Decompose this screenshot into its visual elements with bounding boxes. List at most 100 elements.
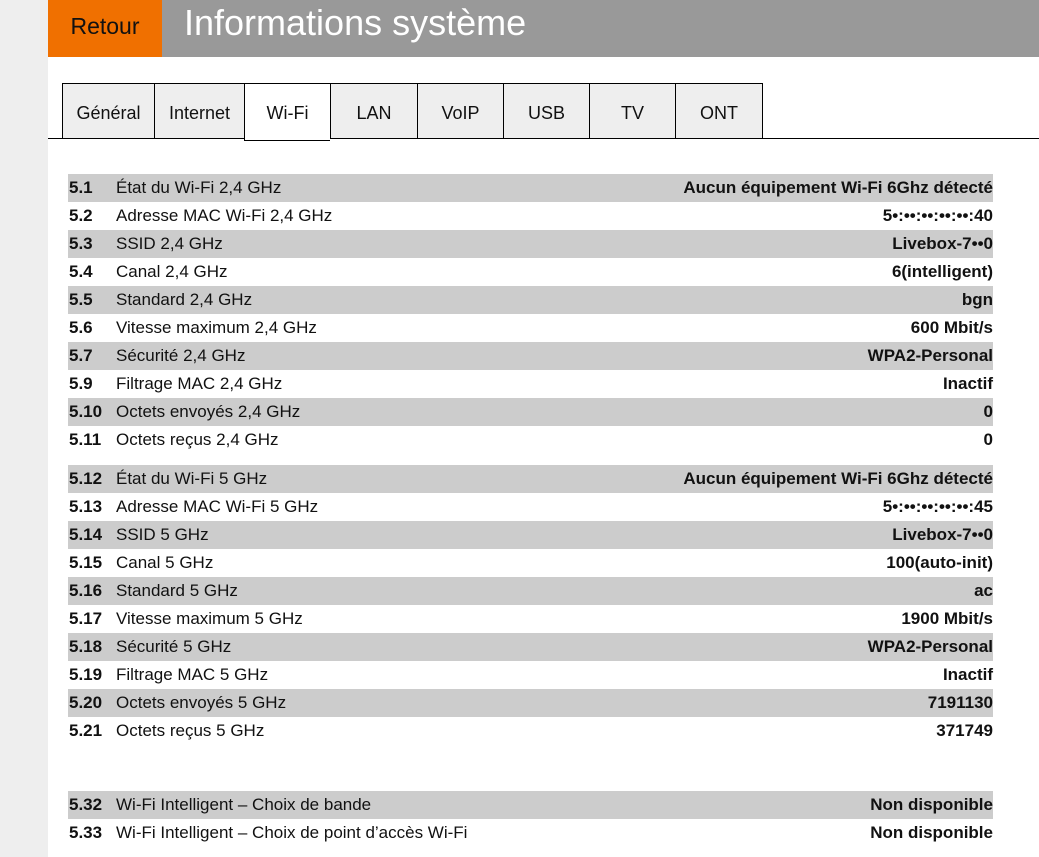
tab-voip[interactable]: VoIP [417, 83, 503, 139]
row-label: Vitesse maximum 5 GHz [116, 609, 303, 628]
row-number: 5.6 [69, 318, 93, 337]
page-title: Informations système [184, 2, 527, 43]
row-number: 5.16 [69, 581, 103, 600]
info-row: 5.2 Adresse MAC Wi-Fi 2,4 GHz 5•:••:••:••:… [68, 202, 993, 230]
row-number: 5.19 [69, 665, 103, 684]
tab-ont[interactable]: ONT [675, 83, 763, 139]
row-number: 5.10 [69, 402, 103, 421]
row-value: Inactif [942, 374, 993, 393]
info-row: 5.12 État du Wi-Fi 5 GHz Aucun équipement … [68, 465, 993, 493]
row-number: 5.21 [69, 721, 103, 740]
row-label: Filtrage MAC 5 GHz [116, 665, 269, 684]
info-row: 5.3 SSID 2,4 GHz Livebox-7••0 [68, 230, 993, 258]
row-label: Octets envoyés 5 GHz [116, 693, 287, 712]
tab-g-n-ral[interactable]: Général [62, 83, 154, 139]
row-label: Octets reçus 5 GHz [116, 721, 265, 740]
info-row: 5.17 Vitesse maximum 5 GHz 1900 Mbit/s [68, 605, 993, 633]
back-button[interactable]: Retour [48, 0, 162, 57]
row-value: 6(intelligent) [891, 262, 993, 281]
row-label: Filtrage MAC 2,4 GHz [116, 374, 283, 393]
row-label: Sécurité 2,4 GHz [116, 346, 246, 365]
info-row: 5.33 Wi-Fi Intelligent – Choix de point d… [68, 819, 993, 847]
row-label: Sécurité 5 GHz [116, 637, 232, 656]
info-group: 5.32 Wi-Fi Intelligent – Choix de bande No… [68, 791, 993, 847]
info-row: 5.11 Octets reçus 2,4 GHz 0 [68, 426, 993, 454]
row-label: Wi-Fi Intelligent – Choix de point d’acc… [116, 823, 468, 842]
info-row: 5.21 Octets reçus 5 GHz 371749 [68, 717, 993, 745]
info-row: 5.18 Sécurité 5 GHz WPA2-Personal [68, 633, 993, 661]
row-value: Livebox-7••0 [892, 525, 993, 544]
row-number: 5.11 [69, 430, 102, 449]
row-number: 5.4 [69, 262, 93, 281]
info-row: 5.5 Standard 2,4 GHz bgn [68, 286, 993, 314]
info-row: 5.14 SSID 5 GHz Livebox-7••0 [68, 521, 993, 549]
left-margin [0, 0, 48, 857]
tab-usb[interactable]: USB [503, 83, 589, 139]
row-label: Standard 5 GHz [116, 581, 238, 600]
row-number: 5.12 [69, 469, 103, 488]
row-value: WPA2-Personal [867, 637, 993, 656]
info-row: 5.4 Canal 2,4 GHz 6(intelligent) [68, 258, 993, 286]
info-row: 5.19 Filtrage MAC 5 GHz Inactif [68, 661, 993, 689]
tab-tv[interactable]: TV [589, 83, 675, 139]
row-value: Inactif [942, 665, 993, 684]
info-group: 5.12 État du Wi-Fi 5 GHz Aucun équipement … [68, 465, 993, 745]
row-number: 5.32 [69, 795, 103, 814]
info-row: 5.32 Wi-Fi Intelligent – Choix de bande No… [68, 791, 993, 819]
row-value: 0 [983, 430, 993, 449]
row-label: Octets envoyés 2,4 GHz [116, 402, 301, 421]
row-number: 5.15 [69, 553, 103, 572]
info-row: 5.6 Vitesse maximum 2,4 GHz 600 Mbit/s [68, 314, 993, 342]
row-value: Aucun équipement Wi-Fi 6Ghz détecté [683, 178, 993, 197]
info-row: 5.1 État du Wi-Fi 2,4 GHz Aucun équipement… [68, 174, 993, 202]
row-label: SSID 5 GHz [116, 525, 209, 544]
row-value: ac [974, 581, 993, 600]
row-value: 600 Mbit/s [910, 318, 993, 337]
info-row: 5.9 Filtrage MAC 2,4 GHz Inactif [68, 370, 993, 398]
row-number: 5.5 [69, 290, 93, 309]
row-label: Wi-Fi Intelligent – Choix de bande [116, 795, 372, 814]
row-value: 5•:••:••:••:••:45 [882, 497, 993, 516]
row-label: SSID 2,4 GHz [116, 234, 223, 253]
row-number: 5.13 [69, 497, 103, 516]
row-number: 5.18 [69, 637, 103, 656]
row-value: WPA2-Personal [867, 346, 993, 365]
row-label: État du Wi-Fi 5 GHz [116, 469, 268, 488]
row-number: 5.17 [69, 609, 103, 628]
row-label: Canal 2,4 GHz [116, 262, 228, 281]
row-label: Adresse MAC Wi-Fi 2,4 GHz [116, 206, 333, 225]
row-value: Livebox-7••0 [892, 234, 993, 253]
row-number: 5.2 [69, 206, 93, 225]
tab-wi-fi[interactable]: Wi-Fi [244, 83, 330, 141]
row-label: Octets reçus 2,4 GHz [116, 430, 279, 449]
tab-lan[interactable]: LAN [330, 83, 417, 139]
row-value: 1900 Mbit/s [901, 609, 993, 628]
row-number: 5.9 [69, 374, 93, 393]
row-number: 5.20 [69, 693, 103, 712]
info-row: 5.13 Adresse MAC Wi-Fi 5 GHz 5•:••:••:••:•… [68, 493, 993, 521]
row-label: Canal 5 GHz [116, 553, 214, 572]
row-number: 5.3 [69, 234, 93, 253]
row-value: 0 [983, 402, 993, 421]
row-label: État du Wi-Fi 2,4 GHz [116, 178, 282, 197]
row-value: 371749 [936, 721, 993, 740]
info-row: 5.7 Sécurité 2,4 GHz WPA2-Personal [68, 342, 993, 370]
row-value: 7191130 [927, 693, 993, 712]
tab-internet[interactable]: Internet [154, 83, 244, 139]
row-label: Vitesse maximum 2,4 GHz [116, 318, 317, 337]
row-number: 5.33 [69, 823, 103, 842]
row-label: Standard 2,4 GHz [116, 290, 253, 309]
row-value: Non disponible [870, 795, 993, 814]
row-number: 5.14 [69, 525, 103, 544]
row-label: Adresse MAC Wi-Fi 5 GHz [116, 497, 319, 516]
row-value: Non disponible [870, 823, 993, 842]
info-group: 5.1 État du Wi-Fi 2,4 GHz Aucun équipement… [68, 174, 993, 454]
info-row: 5.10 Octets envoyés 2,4 GHz 0 [68, 398, 993, 426]
row-value: Aucun équipement Wi-Fi 6Ghz détecté [683, 469, 993, 488]
row-number: 5.1 [69, 178, 93, 197]
row-number: 5.7 [69, 346, 93, 365]
row-value: 5•:••:••:••:••:40 [882, 206, 993, 225]
info-row: 5.16 Standard 5 GHz ac [68, 577, 993, 605]
info-row: 5.15 Canal 5 GHz 100(auto-init) [68, 549, 993, 577]
info-row: 5.20 Octets envoyés 5 GHz 7191130 [68, 689, 993, 717]
